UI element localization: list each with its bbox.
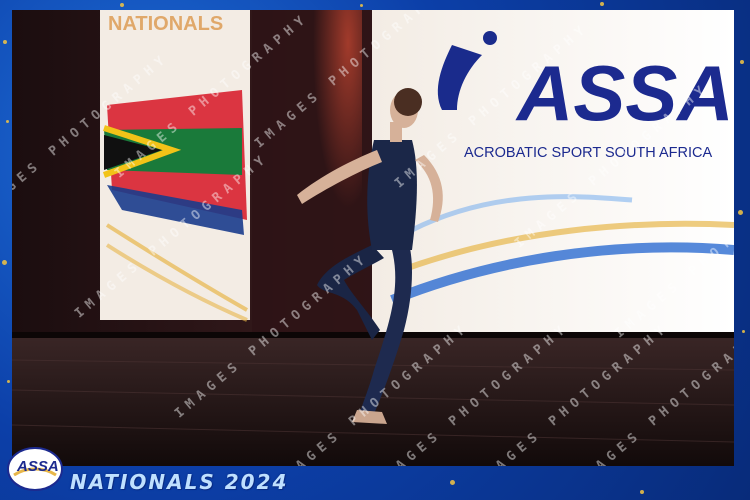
nationals-banner: NATIONALS <box>100 10 250 322</box>
banner-nationals-text: NATIONALS <box>108 13 223 35</box>
assa-banner: ASSA ACROBATIC SPORT SOUTH AFRICA <box>372 10 734 338</box>
photo-frame: NATIONALS ASSA ACROBATIC SPORT SOUTH AFR… <box>0 0 750 500</box>
assa-subtitle: ACROBATIC SPORT SOUTH AFRICA <box>464 145 712 161</box>
event-title: NATIONALS 2024 <box>70 470 289 494</box>
assa-footer-logo-icon: ASSA <box>7 447 63 491</box>
footer-logo-text: ASSA <box>16 458 59 475</box>
stage-scene: NATIONALS ASSA ACROBATIC SPORT SOUTH AFR… <box>12 10 734 466</box>
stage-photo: NATIONALS ASSA ACROBATIC SPORT SOUTH AFR… <box>12 10 734 466</box>
assa-logo-text: ASSA <box>515 49 734 137</box>
